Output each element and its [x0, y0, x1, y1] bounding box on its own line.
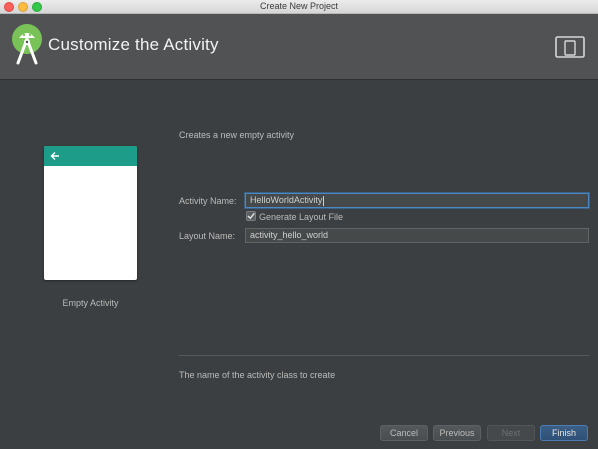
layout-name-label: Layout Name:	[179, 231, 236, 241]
activity-preview	[44, 146, 137, 280]
hint-divider	[179, 355, 589, 356]
text-caret	[323, 195, 325, 206]
next-button[interactable]: Next	[487, 425, 535, 441]
preview-app-bar	[44, 146, 137, 166]
activity-name-field[interactable]: HelloWorldActivity	[245, 193, 589, 208]
create-project-window: Create New Project Customize the Activit…	[0, 0, 598, 449]
generate-layout-label[interactable]: Generate Layout File	[259, 212, 343, 222]
generate-layout-checkbox[interactable]	[246, 211, 256, 221]
header-divider	[0, 79, 598, 80]
finish-button[interactable]: Finish	[540, 425, 588, 441]
window-title: Create New Project	[259, 1, 339, 11]
previous-button[interactable]: Previous	[433, 425, 481, 441]
checkmark-icon	[247, 212, 255, 220]
activity-description: Creates a new empty activity	[179, 130, 295, 140]
page-title: Customize the Activity	[48, 35, 219, 54]
back-arrow-icon	[50, 152, 59, 160]
preview-caption: Empty Activity	[62, 298, 119, 308]
android-studio-icon	[12, 24, 42, 65]
title-bar: Create New Project	[0, 0, 598, 14]
activity-name-label: Activity Name:	[179, 196, 237, 206]
activity-name-value: HelloWorldActivity	[250, 195, 323, 205]
layout-name-field[interactable]: activity_hello_world	[245, 228, 589, 243]
wizard-header: Customize the Activity	[0, 14, 598, 79]
tablet-phone-icon	[555, 36, 585, 58]
cancel-button[interactable]: Cancel	[380, 425, 428, 441]
layout-name-value: activity_hello_world	[250, 230, 329, 240]
field-hint: The name of the activity class to create	[179, 370, 336, 380]
